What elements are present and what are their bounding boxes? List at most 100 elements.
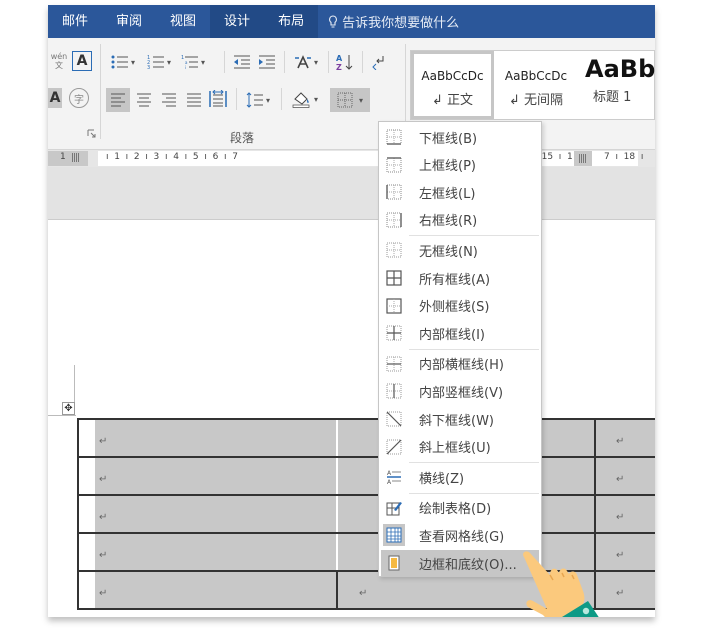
style-no-spacing[interactable]: AaBbCcDc ↲ 无间隔 — [495, 51, 577, 119]
menu-item-view-gridlines[interactable]: 查看网格线(G) — [381, 522, 539, 548]
menu-item-inside-vertical-border[interactable]: 内部竖框线(V) — [381, 378, 539, 404]
menu-item-label: 内部横框线(H) — [419, 358, 504, 374]
justify-button[interactable] — [183, 89, 205, 111]
character-shading-button[interactable]: A — [48, 88, 62, 108]
no-border-icon — [386, 242, 402, 258]
align-center-icon — [137, 93, 151, 107]
menu-item-bottom-border[interactable]: 下框线(B) — [381, 124, 539, 150]
pointing-hand-icon — [523, 551, 599, 617]
table-cell[interactable] — [95, 420, 336, 456]
tab-view[interactable]: 视图 — [156, 5, 210, 38]
phonetic-guide-button[interactable]: wén 文 — [50, 48, 68, 74]
numbering-button[interactable]: 1 2 3 ▾ — [144, 51, 174, 73]
align-right-button[interactable] — [158, 89, 180, 111]
style-normal[interactable]: AaBbCcDc ↲ 正文 — [411, 51, 494, 119]
table-row[interactable]: ↵ ↵ — [79, 496, 655, 534]
margin-marker-h — [48, 415, 76, 416]
character-border-button[interactable]: A — [72, 51, 92, 71]
tab-layout[interactable]: 布局 — [264, 5, 319, 38]
menu-item-right-border[interactable]: 右框线(R) — [381, 207, 539, 233]
menu-item-label: 横线(Z) — [419, 471, 465, 487]
style-name: ↲ 正文 — [431, 93, 474, 108]
menu-item-diagonal-down-border[interactable]: 斜下框线(W) — [381, 406, 539, 432]
menu-item-left-border[interactable]: 左框线(L) — [381, 179, 539, 205]
borders-button[interactable]: ▾ — [330, 88, 370, 112]
paragraph-mark: ↵ — [359, 588, 368, 599]
ruler-margin-handle[interactable] — [72, 153, 80, 162]
paragraph-mark: ↵ — [616, 512, 625, 523]
menu-item-no-border[interactable]: 无框线(N) — [381, 237, 539, 263]
left-border-icon — [386, 184, 402, 200]
horizontal-ruler[interactable]: 1 ı 1 ı 2 ı 3 ı 4 ı 5 ı 6 ı 7 ı 14 ı 15 … — [48, 150, 655, 167]
tab-design[interactable]: 设计 — [210, 5, 265, 38]
menu-item-label: 查看网格线(G) — [419, 529, 505, 545]
column-divider — [594, 458, 596, 494]
paragraph-mark: ↵ — [99, 550, 108, 561]
menu-separator — [409, 348, 539, 350]
line-spacing-icon — [246, 92, 263, 108]
ruler-column-marker[interactable] — [574, 151, 592, 166]
distributed-icon — [209, 90, 227, 107]
top-border-icon — [386, 156, 402, 173]
menu-item-label: 左框线(L) — [419, 186, 476, 202]
distributed-button[interactable] — [207, 88, 229, 110]
menu-item-label: 斜上框线(U) — [419, 441, 491, 457]
table-cell[interactable] — [596, 458, 655, 494]
menu-item-top-border[interactable]: 上框线(P) — [381, 152, 539, 178]
tell-me-box[interactable]: 告诉我你想要做什么 — [318, 12, 459, 31]
bullets-icon — [111, 55, 128, 69]
tab-mailings[interactable]: 邮件 — [48, 5, 102, 38]
paragraph-mark: ↵ — [99, 474, 108, 485]
menu-separator — [409, 492, 539, 494]
diagonal-up-border-icon — [386, 439, 402, 455]
menu-item-horizontal-line[interactable]: A A 横线(Z) — [381, 464, 539, 490]
document-background — [48, 167, 655, 220]
table-cell[interactable] — [596, 496, 655, 532]
menu-item-draw-table[interactable]: 绘制表格(D) — [381, 495, 539, 521]
ribbon-tab-bar: 邮件 审阅 视图 设计 布局 告诉我你想要做什么 — [48, 5, 655, 38]
table-cell[interactable] — [95, 534, 336, 570]
show-marks-button[interactable] — [368, 51, 390, 73]
decrease-indent-button[interactable] — [231, 51, 253, 73]
line-spacing-button[interactable]: ▾ — [242, 89, 274, 111]
multilevel-list-icon: 1ai — [181, 55, 198, 70]
font-dialog-launcher[interactable] — [86, 128, 96, 138]
table-cell[interactable] — [95, 458, 336, 494]
table-move-handle[interactable]: ✥ — [62, 402, 75, 415]
menu-item-inside-borders[interactable]: 内部框线(I) — [381, 320, 539, 346]
style-heading-1[interactable]: AaBb 标题 1 — [579, 51, 655, 119]
table-row[interactable]: ↵ ↵ — [79, 458, 655, 496]
table-cell[interactable] — [95, 496, 336, 532]
shading-button[interactable]: ▾ — [288, 88, 322, 110]
paragraph-mark: ↵ — [616, 436, 625, 447]
menu-separator — [409, 235, 539, 237]
asian-layout-button[interactable]: ▾ — [290, 51, 322, 73]
enclose-characters-button[interactable]: 字 — [69, 88, 89, 108]
svg-text:3: 3 — [147, 65, 150, 70]
outside-borders-icon — [386, 297, 402, 314]
menu-item-inside-horizontal-border[interactable]: 内部横框线(H) — [381, 351, 539, 377]
align-left-button[interactable] — [106, 88, 130, 112]
menu-item-outside-borders[interactable]: 外侧框线(S) — [381, 293, 539, 319]
paragraph-mark: ↵ — [99, 588, 108, 599]
table-cell[interactable] — [95, 572, 336, 608]
menu-item-diagonal-up-border[interactable]: 斜上框线(U) — [381, 434, 539, 460]
table-row[interactable]: ↵ ↵ — [79, 420, 655, 458]
increase-indent-button[interactable] — [256, 51, 278, 73]
numbering-icon: 123 — [147, 55, 164, 70]
multilevel-list-button[interactable]: 1 a i ▾ — [178, 51, 208, 73]
svg-text:A: A — [387, 470, 392, 477]
menu-item-label: 下框线(B) — [419, 131, 478, 147]
menu-item-label: 无框线(N) — [419, 244, 478, 260]
menu-item-all-borders[interactable]: 所有框线(A) — [381, 265, 539, 291]
sort-button[interactable]: AZ — [334, 51, 356, 73]
tab-review[interactable]: 审阅 — [102, 5, 156, 38]
decrease-indent-icon — [234, 55, 250, 69]
view-gridlines-icon — [383, 524, 405, 547]
bullets-button[interactable]: ▾ — [108, 51, 138, 73]
word-window: 邮件 审阅 视图 设计 布局 告诉我你想要做什么 wén 文 A A 字 ▾ 1… — [48, 5, 655, 617]
right-border-icon — [386, 212, 402, 228]
increase-indent-icon — [259, 55, 275, 69]
center-button[interactable] — [133, 89, 155, 111]
table-cell[interactable] — [596, 420, 655, 456]
